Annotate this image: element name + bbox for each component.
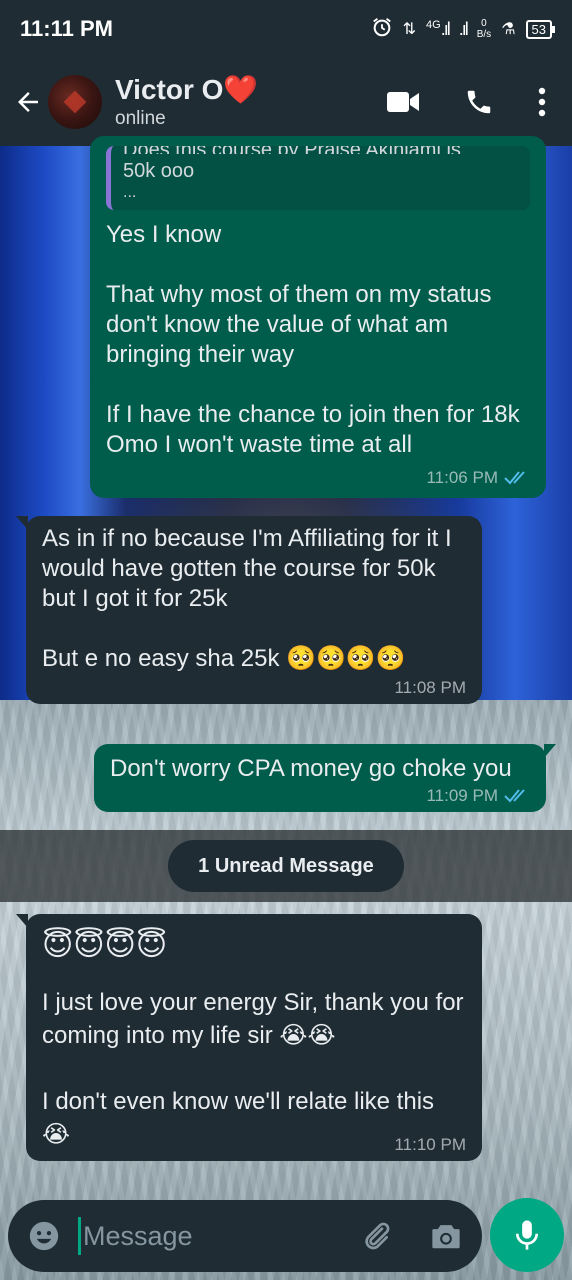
net-speed: 0 B/s [477, 18, 491, 40]
more-options-icon[interactable] [538, 87, 546, 117]
battery-icon: 53 [525, 19, 556, 39]
avatar-emblem [63, 90, 87, 114]
status-bar: 11:11 PM ⇅ 4G.ıl .ıl 0 B/s ⚗ 53 [0, 0, 572, 58]
contact-info[interactable]: Victor O❤️ online [115, 73, 386, 131]
lab-icon: ⚗ [501, 21, 516, 38]
chat-header: Victor O❤️ online [0, 58, 572, 146]
attach-paperclip-icon[interactable] [356, 1216, 396, 1256]
double-check-read-icon [504, 470, 530, 486]
message-text: Don't worry CPA money go choke you [110, 755, 512, 782]
status-time: 11:11 PM [20, 16, 113, 41]
message-time: 11:06 PM [426, 468, 498, 487]
contact-avatar[interactable] [48, 75, 102, 129]
quoted-message-ellipsis: ... [123, 184, 137, 201]
net-speed-unit: B/s [476, 29, 492, 40]
double-check-read-icon [504, 788, 530, 804]
message-outgoing-1[interactable]: Does this course by Praise Akinlami is 5… [90, 136, 546, 498]
voice-call-icon[interactable] [464, 87, 494, 117]
message-meta: 11:10 PM [42, 1135, 466, 1155]
message-time: 11:08 PM [394, 678, 466, 697]
battery-level: 53 [531, 21, 546, 37]
message-incoming-2[interactable]: 😇😇😇😇 I just love your energy Sir, thank … [16, 914, 482, 1161]
back-arrow-icon[interactable] [8, 82, 48, 122]
contact-status: online [115, 108, 166, 129]
quoted-message[interactable]: Does this course by Praise Akinlami is 5… [106, 146, 530, 210]
message-input[interactable] [83, 1220, 356, 1252]
message-time: 11:10 PM [394, 1135, 466, 1154]
bubble-tail [16, 914, 28, 928]
camera-icon[interactable] [426, 1216, 466, 1256]
unread-messages-banner: 1 Unread Message [168, 840, 404, 892]
message-composer [8, 1200, 482, 1272]
message-text: I just love your energy Sir, thank you f… [42, 989, 464, 1148]
emoji-icon[interactable] [26, 1218, 62, 1254]
quoted-message-line: 50k ooo [123, 160, 195, 182]
signal-icon-2: .ıl [458, 18, 469, 39]
message-text: As in if no because I'm Affiliating for … [42, 525, 452, 672]
text-caret [78, 1217, 81, 1255]
message-time: 11:09 PM [426, 786, 498, 805]
header-actions [386, 87, 546, 117]
message-emoji-line: 😇😇😇😇 [42, 929, 168, 962]
alarm-icon [371, 16, 393, 43]
contact-name: Victor O❤️ [115, 74, 259, 105]
bubble-tail [544, 744, 556, 758]
status-icons: ⇅ 4G.ıl .ıl 0 B/s ⚗ 53 [371, 16, 556, 43]
message-meta: 11:09 PM [110, 786, 530, 806]
net-speed-value: 0 [481, 18, 487, 29]
bubble-tail [16, 516, 28, 530]
network-type: 4G [426, 18, 441, 31]
data-arrows-icon: ⇅ [402, 21, 417, 38]
microphone-button[interactable] [490, 1198, 564, 1272]
message-meta: 11:06 PM [106, 468, 530, 488]
video-call-icon[interactable] [386, 90, 420, 114]
message-meta: 11:08 PM [42, 678, 466, 698]
message-outgoing-2[interactable]: Don't worry CPA money go choke you 11:09… [94, 744, 556, 812]
microphone-icon [515, 1220, 539, 1250]
message-text: Yes I know That why most of them on my s… [106, 221, 520, 458]
message-incoming-1[interactable]: As in if no because I'm Affiliating for … [16, 516, 482, 704]
signal-icon: 4G.ıl [426, 18, 451, 39]
quoted-message-clipped: Does this course by Praise Akinlami is [123, 146, 518, 154]
